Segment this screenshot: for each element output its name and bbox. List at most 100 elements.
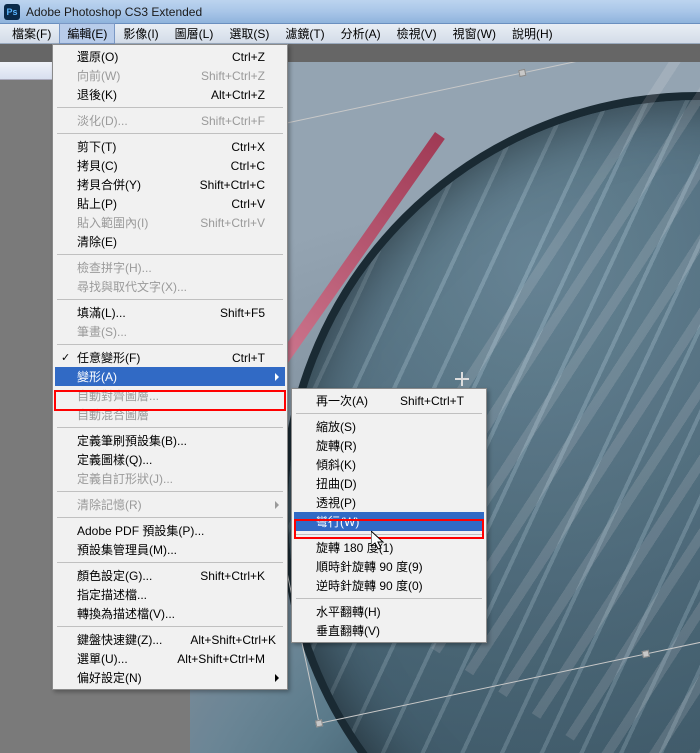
edit-menu-item-shortcut: Ctrl+Z	[204, 50, 265, 64]
menu-view[interactable]: 檢視(V)	[389, 23, 445, 44]
menu-help[interactable]: 說明(H)	[504, 23, 561, 44]
transform-submenu-item-label: 垂直翻轉(V)	[316, 622, 380, 639]
edit-menu-item-20[interactable]: 變形(A)	[55, 367, 285, 386]
edit-menu-item-33[interactable]: 顏色設定(G)... Shift+Ctrl+K	[55, 566, 285, 585]
edit-menu-item-11[interactable]: 清除(E)	[55, 232, 285, 251]
edit-menu-item-26: 定義自訂形狀(J)...	[55, 469, 285, 488]
edit-menu-separator	[57, 491, 283, 492]
transform-submenu-item-label: 傾斜(K)	[316, 456, 356, 473]
transform-submenu-item-label: 再一次(A)	[316, 392, 368, 409]
edit-menu-separator	[57, 133, 283, 134]
edit-menu-item-4: 淡化(D)...Shift+Ctrl+F	[55, 111, 285, 130]
edit-menu-item-25[interactable]: 定義圖樣(Q)...	[55, 450, 285, 469]
edit-menu-item-label: 鍵盤快速鍵(Z)...	[77, 631, 162, 648]
edit-menu-item-shortcut: Alt+Shift+Ctrl+K	[162, 633, 276, 647]
edit-menu-item-7[interactable]: 拷貝(C)Ctrl+C	[55, 156, 285, 175]
titlebar: Ps Adobe Photoshop CS3 Extended	[0, 0, 700, 24]
edit-menu-separator	[57, 517, 283, 518]
transform-submenu-item-2[interactable]: 縮放(S)	[294, 417, 484, 436]
transform-submenu-item-13[interactable]: 水平翻轉(H)	[294, 602, 484, 621]
edit-menu-item-35[interactable]: 轉換為描述檔(V)...	[55, 604, 285, 623]
transform-submenu-item-shortcut: Shift+Ctrl+T	[372, 394, 464, 408]
edit-dropdown-menu: 還原(O) Ctrl+Z 向前(W) Shift+Ctrl+Z 退後(K)Alt+Ctr…	[52, 44, 288, 690]
edit-menu-item-shortcut: Shift+Ctrl+C	[172, 178, 265, 192]
edit-menu-item-label: 貼入範圍內(I)	[77, 214, 148, 231]
menu-layer[interactable]: 圖層(L)	[167, 23, 222, 44]
edit-menu-item-label: 筆畫(S)...	[77, 323, 127, 340]
menu-file[interactable]: 檔案(F)	[4, 23, 59, 44]
edit-menu-item-label: 剪下(T)	[77, 138, 116, 155]
transform-submenu-item-4[interactable]: 傾斜(K)	[294, 455, 484, 474]
edit-menu-item-2[interactable]: 退後(K)Alt+Ctrl+Z	[55, 85, 285, 104]
edit-menu-item-shortcut: Shift+Ctrl+V	[172, 216, 265, 230]
edit-menu-item-label: 選單(U)...	[77, 650, 128, 667]
edit-menu-item-label: 定義筆刷預設集(B)...	[77, 432, 187, 449]
menu-analysis[interactable]: 分析(A)	[333, 23, 389, 44]
transform-submenu-item-label: 水平翻轉(H)	[316, 603, 381, 620]
transform-submenu-item-11[interactable]: 逆時針旋轉 90 度(0)	[294, 576, 484, 595]
edit-menu-item-0[interactable]: 還原(O) Ctrl+Z	[55, 47, 285, 66]
edit-menu-item-label: 拷貝(C)	[77, 157, 118, 174]
transform-submenu-item-label: 透視(P)	[316, 494, 356, 511]
app-icon: Ps	[4, 4, 20, 20]
edit-menu-item-6[interactable]: 剪下(T) Ctrl+X	[55, 137, 285, 156]
transform-submenu-item-14[interactable]: 垂直翻轉(V)	[294, 621, 484, 640]
transform-submenu-item-10[interactable]: 順時針旋轉 90 度(9)	[294, 557, 484, 576]
edit-menu-item-label: 自動混合圖層	[77, 406, 149, 423]
edit-menu-item-19[interactable]: ✓任意變形(F)Ctrl+T	[55, 348, 285, 367]
menu-window[interactable]: 視窗(W)	[445, 23, 504, 44]
edit-menu-item-label: 清除記憶(R)	[77, 496, 142, 513]
edit-menu-item-shortcut: Ctrl+X	[203, 140, 265, 154]
edit-menu-item-17: 筆畫(S)...	[55, 322, 285, 341]
transform-submenu-item-0[interactable]: 再一次(A) Shift+Ctrl+T	[294, 391, 484, 410]
edit-menu-item-label: 轉換為描述檔(V)...	[77, 605, 175, 622]
edit-menu-item-9[interactable]: 貼上(P)Ctrl+V	[55, 194, 285, 213]
edit-menu-separator	[57, 626, 283, 627]
transform-submenu-separator	[296, 413, 482, 414]
menu-select[interactable]: 選取(S)	[221, 23, 277, 44]
edit-menu-item-13: 檢查拼字(H)...	[55, 258, 285, 277]
edit-menu-separator	[57, 427, 283, 428]
edit-menu-item-39[interactable]: 偏好設定(N)	[55, 668, 285, 687]
edit-menu-item-label: 定義圖樣(Q)...	[77, 451, 152, 468]
edit-menu-item-24[interactable]: 定義筆刷預設集(B)...	[55, 431, 285, 450]
menu-edit[interactable]: 編輯(E)	[59, 23, 115, 44]
edit-menu-item-label: 顏色設定(G)...	[77, 567, 152, 584]
edit-menu-item-shortcut: Shift+Ctrl+K	[172, 569, 265, 583]
edit-menu-item-34[interactable]: 指定描述檔...	[55, 585, 285, 604]
menu-image[interactable]: 影像(I)	[115, 23, 166, 44]
transform-submenu-item-9[interactable]: 旋轉 180 度(1)	[294, 538, 484, 557]
transform-submenu-item-label: 扭曲(D)	[316, 475, 357, 492]
edit-menu-item-14: 尋找與取代文字(X)...	[55, 277, 285, 296]
menubar: 檔案(F) 編輯(E) 影像(I) 圖層(L) 選取(S) 濾鏡(T) 分析(A…	[0, 24, 700, 44]
edit-menu-item-37[interactable]: 鍵盤快速鍵(Z)...Alt+Shift+Ctrl+K	[55, 630, 285, 649]
edit-menu-item-label: 偏好設定(N)	[77, 669, 142, 686]
edit-menu-item-label: 檢查拼字(H)...	[77, 259, 152, 276]
transform-submenu-item-label: 逆時針旋轉 90 度(0)	[316, 577, 423, 594]
edit-menu-item-label: 變形(A)	[77, 368, 117, 385]
transform-submenu-item-7[interactable]: 彎行(W)	[294, 512, 484, 531]
edit-menu-item-label: 還原(O)	[77, 48, 118, 65]
menu-filter[interactable]: 濾鏡(T)	[277, 23, 332, 44]
edit-menu-item-31[interactable]: 預設集管理員(M)...	[55, 540, 285, 559]
transform-submenu-item-5[interactable]: 扭曲(D)	[294, 474, 484, 493]
edit-menu-item-label: 預設集管理員(M)...	[77, 541, 177, 558]
edit-menu-item-8[interactable]: 拷貝合併(Y)Shift+Ctrl+C	[55, 175, 285, 194]
edit-menu-item-label: 清除(E)	[77, 233, 117, 250]
transform-submenu-item-label: 順時針旋轉 90 度(9)	[316, 558, 423, 575]
edit-menu-item-16[interactable]: 填滿(L)...Shift+F5	[55, 303, 285, 322]
transform-submenu-item-label: 縮放(S)	[316, 418, 356, 435]
edit-menu-separator	[57, 107, 283, 108]
edit-menu-item-10: 貼入範圍內(I) Shift+Ctrl+V	[55, 213, 285, 232]
edit-menu-item-label: 向前(W)	[77, 67, 120, 84]
edit-menu-item-shortcut: Shift+Ctrl+Z	[173, 69, 265, 83]
transform-submenu-item-3[interactable]: 旋轉(R)	[294, 436, 484, 455]
edit-menu-item-30[interactable]: Adobe PDF 預設集(P)...	[55, 521, 285, 540]
edit-menu-item-label: 自動對齊圖層...	[77, 387, 159, 404]
edit-menu-item-shortcut: Alt+Shift+Ctrl+M	[149, 652, 265, 666]
edit-menu-item-22: 自動混合圖層	[55, 405, 285, 424]
submenu-arrow-icon	[275, 674, 279, 682]
edit-menu-item-38[interactable]: 選單(U)... Alt+Shift+Ctrl+M	[55, 649, 285, 668]
transform-submenu: 再一次(A) Shift+Ctrl+T 縮放(S)旋轉(R)傾斜(K) 扭曲(D) 透視…	[291, 388, 487, 643]
transform-submenu-item-6[interactable]: 透視(P)	[294, 493, 484, 512]
